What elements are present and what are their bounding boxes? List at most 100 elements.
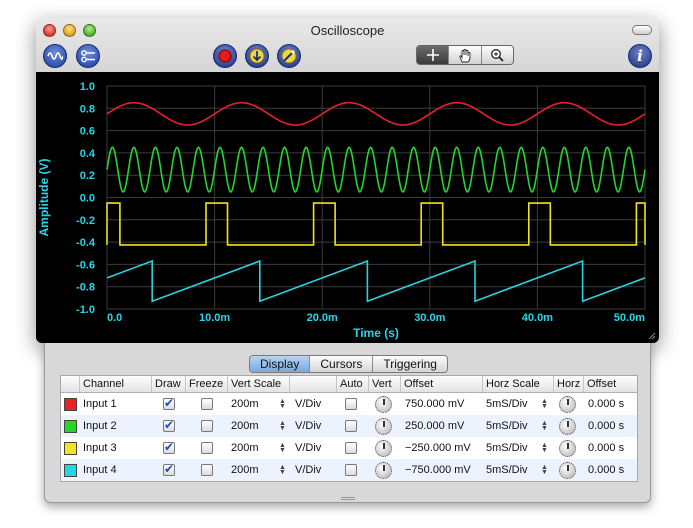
y-tick-label: 1.0 (80, 81, 95, 93)
draw-checkbox[interactable] (163, 418, 175, 432)
header-offset[interactable]: Offset (400, 376, 482, 392)
horz-scale-stepper[interactable]: ▲ ▼ (541, 393, 551, 415)
horz-offset-knob-cell (559, 415, 579, 437)
vert-offset-value[interactable]: −750.000 mV (405, 459, 483, 481)
horz-scale-value[interactable]: 5mS/Div (486, 459, 538, 481)
vert-offset-value[interactable]: 750.000 mV (405, 393, 483, 415)
vert-scale-value[interactable]: 200m (231, 393, 271, 415)
header-draw[interactable]: Draw (151, 376, 185, 392)
auto-checkbox[interactable] (345, 442, 357, 454)
header-vert-scale[interactable]: Vert Scale (227, 376, 289, 392)
horz-scale-value[interactable]: 5mS/Div (486, 393, 538, 415)
channel-color-swatch[interactable] (64, 393, 79, 415)
color-swatch[interactable] (64, 463, 77, 477)
oscilloscope-window: Oscilloscope i 1.0 0.8 0.6 0.4 0.2 0.0 -0.2 -0.… (36, 18, 659, 343)
tab-display[interactable]: Display (250, 356, 311, 372)
crosshair-icon[interactable] (417, 46, 450, 64)
vert-offset-knob[interactable] (375, 417, 392, 435)
freeze-checkbox[interactable] (201, 442, 213, 454)
header-horz[interactable]: Horz (553, 376, 583, 392)
draw-checkbox[interactable] (163, 396, 175, 410)
horz-offset-value[interactable]: 0.000 s (588, 415, 638, 437)
stepper-arrows-icon[interactable]: ▲ ▼ (279, 442, 286, 454)
vert-offset-knob[interactable] (375, 395, 392, 413)
freeze-checkbox[interactable] (201, 420, 213, 432)
scope-plot-svg[interactable]: 1.0 0.8 0.6 0.4 0.2 0.0 -0.2 -0.4 -0.6 -0.8 -1.0 0.… (36, 72, 659, 343)
channel-color-swatch[interactable] (64, 415, 79, 437)
table-row[interactable]: Input 4200m▲▼V/Div−750.000 mV5mS/Div▲▼0.… (61, 459, 637, 481)
header-horz-offset[interactable]: Offset (583, 376, 639, 392)
auto-checkbox-cell (345, 459, 361, 481)
stepper-arrows-icon[interactable]: ▲ ▼ (541, 442, 548, 454)
record-icon[interactable] (213, 44, 237, 68)
pointer-tool-selector (416, 45, 514, 65)
stepper-arrows-icon[interactable]: ▲ ▼ (541, 464, 548, 476)
zoom-icon[interactable] (481, 46, 513, 64)
horz-offset-knob[interactable] (559, 395, 576, 413)
waveform-icon[interactable] (43, 44, 67, 68)
header-vert[interactable]: Vert (368, 376, 400, 392)
tab-triggering[interactable]: Triggering (373, 356, 447, 372)
auto-checkbox[interactable] (345, 464, 357, 476)
horz-offset-value[interactable]: 0.000 s (588, 459, 638, 481)
color-swatch[interactable] (64, 419, 77, 433)
header-channel[interactable]: Channel (79, 376, 151, 392)
stepper-arrows-icon[interactable]: ▲ ▼ (279, 464, 286, 476)
horz-scale-stepper[interactable]: ▲ ▼ (541, 437, 551, 459)
draw-checkbox[interactable] (163, 462, 175, 476)
freeze-checkbox[interactable] (201, 398, 213, 410)
vert-scale-value[interactable]: 200m (231, 437, 271, 459)
horz-offset-knob[interactable] (559, 439, 576, 457)
title-bar[interactable]: Oscilloscope (36, 18, 659, 42)
tab-cursors[interactable]: Cursors (310, 356, 374, 372)
horz-scale-value[interactable]: 5mS/Div (486, 437, 538, 459)
vert-offset-knob[interactable] (375, 439, 392, 457)
header-auto[interactable]: Auto (336, 376, 368, 392)
horz-offset-knob[interactable] (559, 417, 576, 435)
info-icon[interactable]: i (628, 44, 652, 68)
channel-color-swatch[interactable] (64, 437, 79, 459)
x-tick-label: 40.0m (522, 312, 553, 324)
auto-checkbox[interactable] (345, 398, 357, 410)
vert-offset-value[interactable]: −250.000 mV (405, 437, 483, 459)
horz-scale-value[interactable]: 5mS/Div (486, 415, 538, 437)
vert-scale-value[interactable]: 200m (231, 459, 271, 481)
vert-offset-value[interactable]: 250.000 mV (405, 415, 483, 437)
channel-name: Input 4 (83, 464, 117, 476)
stepper-arrows-icon[interactable]: ▲ ▼ (279, 398, 286, 410)
vert-scale-unit: V/Div (295, 464, 322, 476)
header-horz-scale[interactable]: Horz Scale (482, 376, 553, 392)
scope-plot[interactable]: 1.0 0.8 0.6 0.4 0.2 0.0 -0.2 -0.4 -0.6 -0.8 -1.0 0.… (36, 72, 659, 343)
horz-scale-stepper[interactable]: ▲ ▼ (541, 415, 551, 437)
color-swatch[interactable] (64, 397, 77, 411)
resize-grip[interactable] (341, 497, 355, 500)
stepper-arrows-icon[interactable]: ▲ ▼ (541, 420, 548, 432)
channel-color-swatch[interactable] (64, 459, 79, 481)
vert-scale-stepper[interactable]: ▲ ▼ (279, 393, 289, 415)
horz-offset-value[interactable]: 0.000 s (588, 437, 638, 459)
draw-checkbox[interactable] (163, 440, 175, 454)
trigger-icon[interactable] (245, 44, 269, 68)
table-row[interactable]: Input 3200m▲▼V/Div−250.000 mV5mS/Div▲▼0.… (61, 437, 637, 459)
probe-icon[interactable] (277, 44, 301, 68)
table-row[interactable]: Input 2200m▲▼V/Div250.000 mV5mS/Div▲▼0.0… (61, 415, 637, 437)
toolbar-toggle-button[interactable] (632, 25, 652, 35)
color-swatch[interactable] (64, 441, 77, 455)
freeze-checkbox[interactable] (201, 464, 213, 476)
vert-scale-stepper[interactable]: ▲ ▼ (279, 437, 289, 459)
hand-icon[interactable] (449, 46, 482, 64)
table-row[interactable]: Input 1200m▲▼V/Div750.000 mV5mS/Div▲▼0.0… (61, 393, 637, 415)
vert-scale-stepper[interactable]: ▲ ▼ (279, 459, 289, 481)
drawer-tabs: Display Cursors Triggering (249, 355, 448, 373)
vert-scale-value[interactable]: 200m (231, 415, 271, 437)
horz-offset-value[interactable]: 0.000 s (588, 393, 638, 415)
vert-offset-knob[interactable] (375, 461, 392, 479)
auto-checkbox[interactable] (345, 420, 357, 432)
horz-scale-stepper[interactable]: ▲ ▼ (541, 459, 551, 481)
stepper-arrows-icon[interactable]: ▲ ▼ (279, 420, 286, 432)
header-freeze[interactable]: Freeze (185, 376, 227, 392)
vert-scale-stepper[interactable]: ▲ ▼ (279, 415, 289, 437)
horz-offset-knob[interactable] (559, 461, 576, 479)
stepper-arrows-icon[interactable]: ▲ ▼ (541, 398, 548, 410)
channel-settings-icon[interactable] (76, 44, 100, 68)
